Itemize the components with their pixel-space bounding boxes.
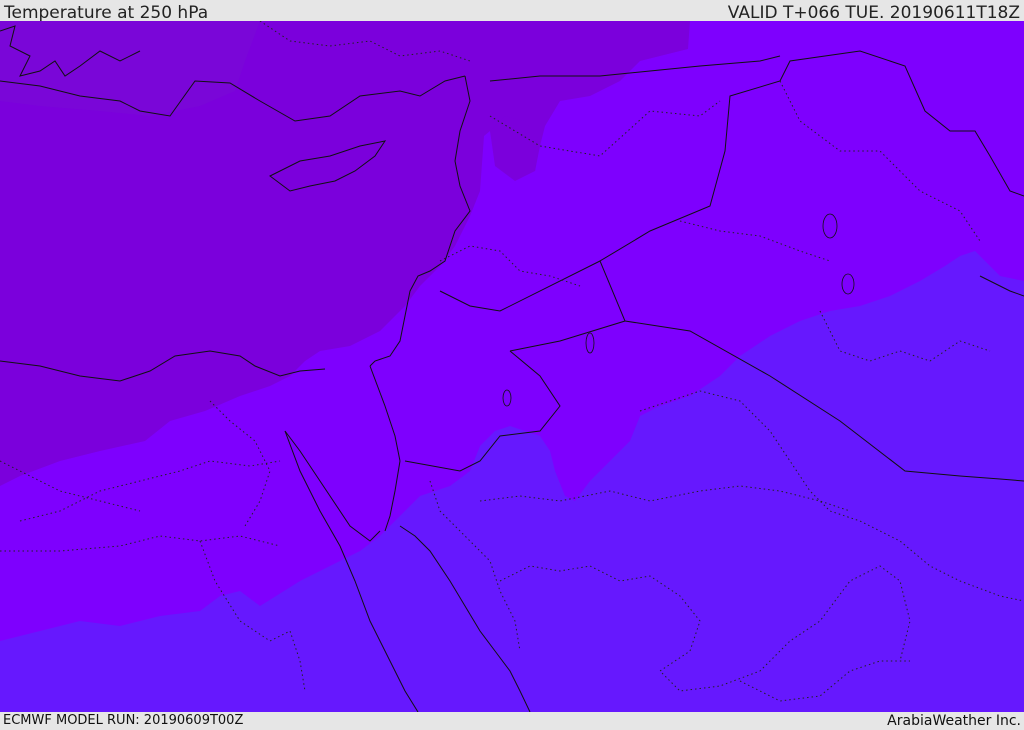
lake-1 [585,332,595,354]
lake-3 [822,213,838,239]
header-bar: Temperature at 250 hPa VALID T+066 TUE. … [0,0,1024,23]
map-canvas [0,21,1024,712]
lake-4 [841,273,855,295]
credit-label: ArabiaWeather Inc. [887,713,1021,729]
temperature-map[interactable] [0,21,1024,712]
footer-bar: ECMWF MODEL RUN: 20190609T00Z ArabiaWeat… [0,712,1024,729]
valid-time-label: VALID T+066 TUE. 20190611T18Z [727,3,1020,23]
map-title: Temperature at 250 hPa [4,3,209,23]
lake-2 [502,389,512,407]
model-run-label: ECMWF MODEL RUN: 20190609T00Z [3,713,244,728]
